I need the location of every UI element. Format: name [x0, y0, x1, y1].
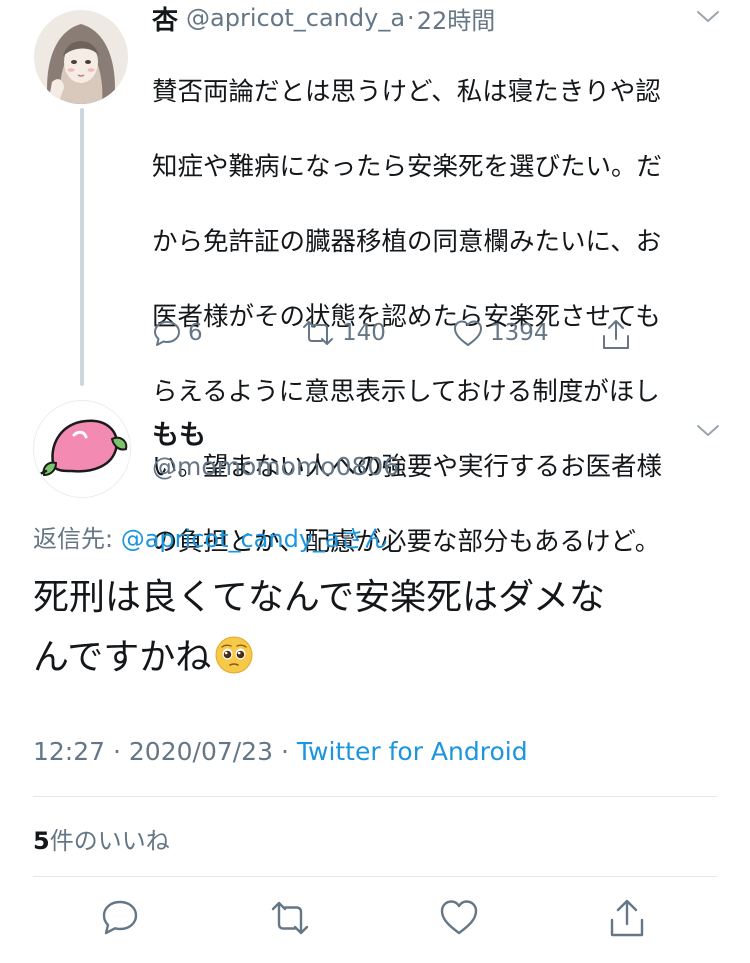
likes-number: 5	[33, 827, 50, 855]
likes-summary-link[interactable]: 5件のいいね	[33, 821, 170, 856]
parent-text-line: 医者様がその状態を認めたら安楽死させても	[152, 301, 661, 332]
share-icon	[610, 899, 644, 937]
parent-text-line: から免許証の臓器移植の同意欄みたいに、お	[152, 226, 662, 257]
parent-display-name[interactable]: 杏	[152, 0, 178, 37]
main-menu-button[interactable]	[695, 422, 721, 444]
chevron-down-icon	[697, 425, 719, 436]
like-button[interactable]	[438, 897, 480, 939]
replying-to-handle-link[interactable]: @apricot_candy_a	[121, 525, 340, 553]
tweet-source-link[interactable]: Twitter for Android	[297, 737, 528, 766]
parent-avatar[interactable]	[34, 10, 128, 104]
retweet-icon	[271, 901, 309, 935]
heart-icon	[454, 320, 482, 346]
parent-text-line: 賛否両論だとは思うけど、私は寝たきりや認	[152, 76, 661, 107]
parent-retweet-button[interactable]: 140	[300, 318, 386, 348]
main-tweet-text: 死刑は良くてなんで安楽死はダメな んですかね	[33, 568, 723, 688]
parent-avatar-image	[34, 10, 128, 104]
parent-handle[interactable]: @apricot_candy_a	[186, 4, 405, 32]
main-avatar[interactable]	[33, 400, 131, 498]
parent-reply-button[interactable]: 6	[152, 318, 203, 348]
parent-menu-button[interactable]	[695, 8, 721, 30]
tweet-time[interactable]: 12:27	[33, 737, 105, 766]
chevron-down-icon	[697, 11, 719, 22]
parent-like-button[interactable]: 1394	[452, 318, 549, 348]
peach-avatar-image	[34, 401, 130, 497]
parent-retweet-count: 140	[342, 320, 386, 346]
parent-reply-count: 6	[188, 320, 203, 346]
divider	[33, 876, 717, 877]
parent-text-line: 知症や難病になったら安楽死を選びたい。だ	[152, 151, 663, 182]
reply-icon	[102, 900, 138, 935]
pleading-face-emoji-icon	[215, 636, 253, 674]
replying-to-suffix: さん	[339, 525, 388, 553]
parent-text-line: らえるように意思表示しておける制度がほし	[152, 376, 660, 407]
meta-separator: ·	[280, 737, 289, 766]
replying-to-line: 返信先: @apricot_candy_aさん	[33, 519, 388, 554]
retweet-icon	[303, 321, 333, 345]
parent-header-separator: ·	[407, 4, 415, 32]
heart-icon	[440, 900, 478, 935]
reply-button[interactable]	[99, 897, 141, 939]
replying-to-label: 返信先:	[33, 525, 121, 553]
main-text-line-2: んですかね	[33, 628, 723, 688]
tweet-date[interactable]: 2020/07/23	[129, 737, 273, 766]
likes-label: 件のいいね	[49, 827, 170, 855]
share-button[interactable]	[606, 897, 648, 939]
reply-icon	[154, 321, 180, 346]
tweet-meta: 12:27 · 2020/07/23 · Twitter for Android	[33, 737, 528, 766]
retweet-button[interactable]	[268, 897, 310, 939]
main-display-name[interactable]: もも	[152, 413, 206, 452]
main-text-line: 死刑は良くてなんで安楽死はダメな	[33, 577, 606, 618]
main-text-line-2-text: んですかね	[33, 637, 212, 678]
share-icon	[603, 320, 629, 349]
parent-timestamp[interactable]: 22時間	[417, 1, 496, 36]
divider	[33, 796, 717, 797]
meta-separator: ·	[113, 737, 121, 766]
parent-share-button[interactable]	[600, 318, 632, 352]
parent-tweet-text: 賛否両論だとは思うけど、私は寝たきりや認 知症や難病になったら安楽死を選びたい。…	[152, 36, 722, 599]
thread-connector-line	[80, 108, 84, 386]
parent-tweet-header: 杏 @apricot_candy_a · 22時間	[152, 1, 496, 36]
parent-like-count: 1394	[490, 320, 549, 346]
main-handle[interactable]: @momomomo0806	[152, 452, 399, 481]
